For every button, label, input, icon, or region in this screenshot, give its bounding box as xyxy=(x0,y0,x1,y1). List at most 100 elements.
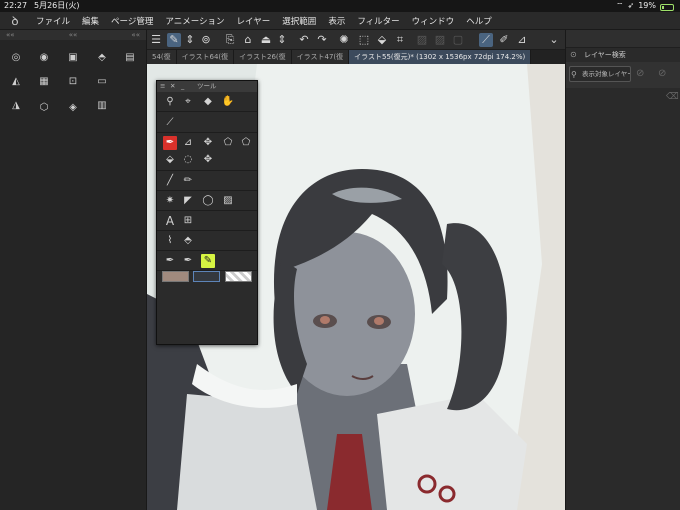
left-panel-strip: «« «« «« xyxy=(0,30,146,40)
filter-a-icon[interactable]: ⊘ xyxy=(636,68,644,79)
brush-snap-icon[interactable]: ✐ xyxy=(497,33,511,47)
selection-a-icon[interactable]: ▨ xyxy=(415,33,429,47)
save-icon[interactable]: ▥ xyxy=(96,100,108,112)
palette-menu-icon[interactable]: ≡ xyxy=(160,81,165,92)
record-icon[interactable]: ◉ xyxy=(38,52,50,64)
main-color-swatch[interactable] xyxy=(162,271,189,282)
transparent-color-swatch[interactable] xyxy=(225,271,252,282)
new-file-icon[interactable]: ⎘ xyxy=(223,33,237,47)
eyedropper-tool-icon[interactable]: ⌖ xyxy=(181,95,195,109)
menu-file[interactable]: ファイル xyxy=(30,15,76,27)
menu-selection[interactable]: 選択範囲 xyxy=(276,15,322,27)
export-icon[interactable]: ⏏ xyxy=(259,33,273,47)
color-picker-icon[interactable]: ◭ xyxy=(10,76,22,88)
menu-help[interactable]: ヘルプ xyxy=(460,15,498,27)
ruler-snap-icon[interactable]: ⟋ xyxy=(479,33,493,47)
expand-toolbar-icon[interactable]: ⌄ xyxy=(547,33,561,47)
line-tool-icon[interactable]: ╱ xyxy=(163,174,177,188)
fill-tool-icon[interactable]: ⬙ xyxy=(163,153,177,167)
transform-tool-icon[interactable]: ✥ xyxy=(201,153,215,167)
filter-b-icon[interactable]: ⊘ xyxy=(658,68,666,79)
color-picker-tool-icon[interactable]: ⟋ xyxy=(163,116,177,130)
palette-close-icon[interactable]: ✕ xyxy=(170,81,175,92)
menu-icon[interactable]: ☰ xyxy=(149,33,163,47)
object-tool-icon[interactable]: ⊿ xyxy=(181,136,195,150)
command-toolbar: ☰ ✎ ⇕ ⊚ ⎘ ⌂ ⏏ ⇕ ↶ ↷ ✺ ⬚ ⬙ ⌗ ▨ ▨ ▢ ⟋ ✐ ⊿ … xyxy=(147,30,565,50)
bucket-tool-icon[interactable]: ⬘ xyxy=(181,234,195,248)
menu-filter[interactable]: フィルター xyxy=(351,15,405,27)
frame-tool-icon[interactable]: ⊞ xyxy=(181,214,195,228)
collapse-left-icon[interactable]: «« xyxy=(6,30,15,40)
transform-icon[interactable]: ⊚ xyxy=(199,33,213,47)
left-panel: «« «« «« ◎ ◉ ▣ ⬘ ▤ ◭ ▦ ⊡ ▭ ◮ ⬡ ◈ ▥ xyxy=(0,30,147,510)
layer-search-title[interactable]: レイヤー検索 xyxy=(584,48,626,62)
blend-tool-icon[interactable]: ⌇ xyxy=(163,234,177,248)
color-swatches xyxy=(157,269,257,285)
menu-view[interactable]: 表示 xyxy=(322,15,351,27)
selected-brush-icon[interactable]: ✎ xyxy=(201,254,215,268)
tool-row-effects: ✷ ◤ ◯ ▨ xyxy=(157,191,257,211)
sparkle-tool-icon[interactable]: ✷ xyxy=(163,194,177,208)
lasso-tool-icon[interactable]: ◌ xyxy=(181,153,195,167)
zoom-tool-icon[interactable]: ◎ xyxy=(10,52,22,64)
tab-doc-4[interactable]: イラスト47(復 xyxy=(291,50,350,64)
layer-select-icon[interactable]: ⬠ xyxy=(239,136,253,150)
layer-search-icon: ⊙ xyxy=(570,50,577,59)
menu-window[interactable]: ウィンドウ xyxy=(406,15,461,27)
stepper-2-icon[interactable]: ⇕ xyxy=(275,33,289,47)
layer-search-panel: ⊙ レイヤー検索 表示対象レイヤー ⚲ ⊘ ⊘ ⌫ xyxy=(565,30,680,510)
redo-icon[interactable]: ↷ xyxy=(315,33,329,47)
menu-page[interactable]: ページ管理 xyxy=(105,15,159,27)
gradient-tool-icon[interactable]: ▨ xyxy=(221,194,235,208)
menu-animation[interactable]: アニメーション xyxy=(159,15,230,27)
tab-doc-1[interactable]: 54(復 xyxy=(147,50,177,64)
menu-edit[interactable]: 編集 xyxy=(76,15,105,27)
menu-layer[interactable]: レイヤー xyxy=(231,15,277,27)
text-tool-icon[interactable]: A xyxy=(163,214,177,228)
eraser-tool-icon[interactable]: ◆ xyxy=(201,95,215,109)
fill-icon[interactable]: ⬘ xyxy=(96,52,108,64)
line-snap-icon[interactable]: ⊿ xyxy=(515,33,529,47)
battery-percent: 19% xyxy=(638,1,656,10)
palette-minimize-icon[interactable]: _ xyxy=(181,81,184,92)
tab-doc-3[interactable]: イラスト26(復 xyxy=(234,50,292,64)
brush-b-icon[interactable]: ✒ xyxy=(181,254,195,268)
cube-icon[interactable]: ⬡ xyxy=(38,102,50,114)
hand-tool-icon[interactable]: ✋ xyxy=(221,95,235,109)
pencil-tool-icon[interactable]: ✏ xyxy=(181,174,195,188)
fill-bucket-icon[interactable]: ⬙ xyxy=(375,33,389,47)
image-icon[interactable]: ⊡ xyxy=(67,76,79,88)
ruler-tool-icon[interactable]: ◤ xyxy=(181,194,195,208)
grid-icon[interactable]: ▦ xyxy=(38,76,50,88)
clear-icon[interactable]: ⬚ xyxy=(357,33,371,47)
trash-icon[interactable]: ⌫ xyxy=(666,92,679,102)
selection-c-icon[interactable]: ▢ xyxy=(451,33,465,47)
sub-color-swatch[interactable] xyxy=(193,271,220,282)
loading-icon[interactable]: ✺ xyxy=(337,33,351,47)
layer-search-input[interactable]: 表示対象レイヤー xyxy=(569,66,631,82)
crop-icon[interactable]: ⌗ xyxy=(393,33,407,47)
animation-icon[interactable]: ▤ xyxy=(124,52,136,64)
balloon-tool-icon[interactable]: ◯ xyxy=(201,194,215,208)
red-ink-tool-icon[interactable]: ✒ xyxy=(163,136,177,150)
brush-a-icon[interactable]: ✒ xyxy=(163,254,177,268)
tab-doc-2[interactable]: イラスト64(復 xyxy=(176,50,235,64)
move-tool-icon[interactable]: ✥ xyxy=(201,136,215,150)
canvas-icon[interactable]: ▣ xyxy=(67,52,79,64)
zoom-tool-icon[interactable]: ⚲ xyxy=(163,95,177,109)
adjust-icon[interactable]: ◮ xyxy=(10,100,22,112)
stepper-icon[interactable]: ⇕ xyxy=(183,33,197,47)
tool-row-operation: ✒ ⊿ ✥ ⬠ ⬠ ⬙ ◌ ✥ xyxy=(157,133,257,171)
tab-doc-active[interactable]: イラスト55(復元)* (1302 x 1536px 72dpi 174.2%) xyxy=(349,50,532,64)
layers-icon[interactable]: ◈ xyxy=(67,102,79,114)
layer-move-icon[interactable]: ⬠ xyxy=(221,136,235,150)
battery-icon xyxy=(660,3,674,11)
pen-mode-icon[interactable]: ✎ xyxy=(167,33,181,47)
open-folder-icon[interactable]: ⌂ xyxy=(241,33,255,47)
layer-panel-icon[interactable]: ▭ xyxy=(96,76,108,88)
clip-studio-logo-icon[interactable]: ꝺ xyxy=(0,12,30,29)
collapse-mid-icon[interactable]: «« xyxy=(69,30,78,40)
undo-icon[interactable]: ↶ xyxy=(297,33,311,47)
collapse-right-icon[interactable]: «« xyxy=(131,30,140,40)
selection-b-icon[interactable]: ▨ xyxy=(433,33,447,47)
